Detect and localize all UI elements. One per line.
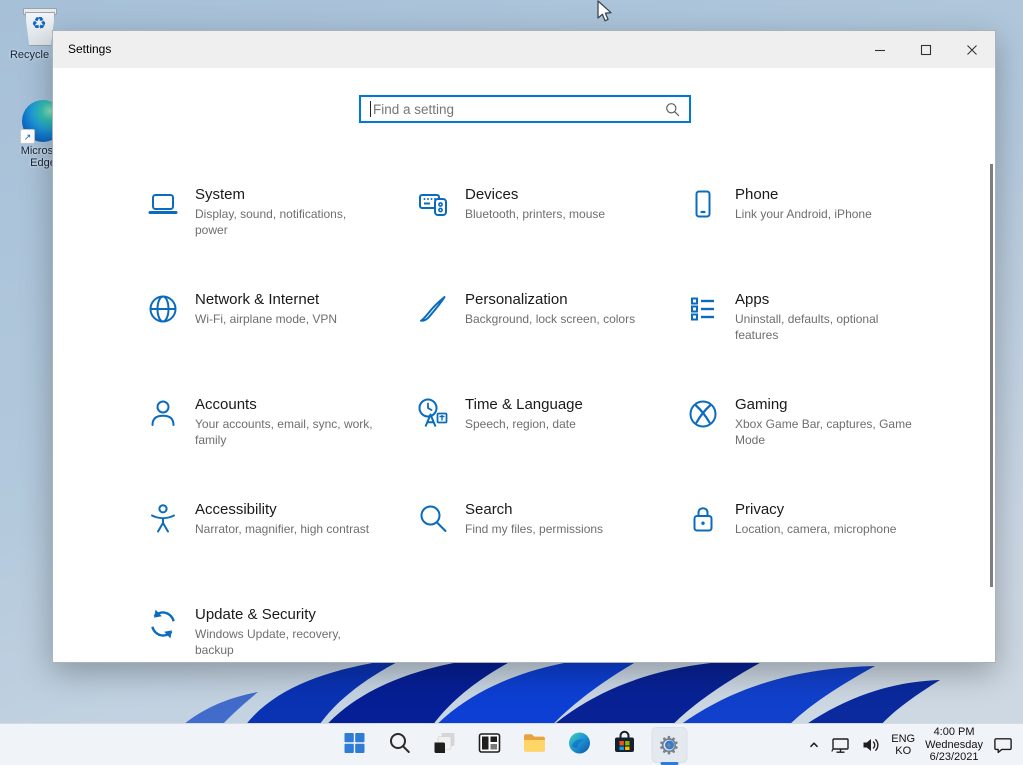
category-icon — [146, 501, 182, 572]
category-icon — [686, 396, 722, 467]
taskbar: ENG KO 4:00 PM Wednesday 6/23/2021 — [0, 723, 1023, 765]
minimize-button[interactable] — [857, 31, 903, 68]
clock-time: 4:00 PM — [933, 726, 975, 739]
settings-category-grid: System Display, sound, notifications, po… — [146, 186, 956, 677]
minimize-icon — [875, 49, 885, 51]
volume-icon[interactable] — [861, 737, 881, 753]
clock[interactable]: 4:00 PM Wednesday 6/23/2021 — [925, 726, 983, 763]
search-taskbar-button[interactable] — [381, 727, 417, 763]
category-personalization[interactable]: Personalization Background, lock screen,… — [416, 291, 686, 362]
find-a-setting-searchbox[interactable] — [359, 95, 691, 123]
category-icon — [686, 501, 722, 572]
category-search[interactable]: Search Find my files, permissions — [416, 501, 686, 572]
title-bar[interactable]: Settings — [53, 31, 995, 68]
category-accounts[interactable]: Accounts Your accounts, email, sync, wor… — [146, 396, 416, 467]
category-system[interactable]: System Display, sound, notifications, po… — [146, 186, 416, 257]
search-icon — [666, 102, 680, 116]
edge-taskbar-button[interactable] — [561, 727, 597, 763]
close-button[interactable] — [949, 31, 995, 68]
scrollbar-thumb[interactable] — [990, 164, 993, 587]
shortcut-arrow-icon — [20, 129, 35, 144]
maximize-button[interactable] — [903, 31, 949, 68]
microsoft-store-icon — [611, 730, 637, 761]
settings-icon — [656, 732, 682, 758]
widgets-icon — [476, 730, 502, 761]
hidden-icons-chevron[interactable] — [807, 738, 821, 752]
start-icon — [341, 730, 367, 761]
task-view-icon — [431, 730, 457, 761]
category-gaming[interactable]: Gaming Xbox Game Bar, captures, Game Mod… — [686, 396, 956, 467]
file-explorer-icon — [521, 730, 547, 761]
start-taskbar-button[interactable] — [336, 727, 372, 763]
category-icon — [146, 396, 182, 467]
settings-window: Settings System Display, sound, — [52, 30, 996, 663]
category-time-language[interactable]: Time & Language Speech, region, date — [416, 396, 686, 467]
edge-icon — [566, 730, 592, 761]
category-network-internet[interactable]: Network & Internet Wi-Fi, airplane mode,… — [146, 291, 416, 362]
task-view-taskbar-button[interactable] — [426, 727, 462, 763]
clock-date: 6/23/2021 — [929, 751, 979, 764]
category-icon — [416, 396, 452, 467]
category-phone[interactable]: Phone Link your Android, iPhone — [686, 186, 956, 257]
category-icon — [146, 291, 182, 362]
file-explorer-taskbar-button[interactable] — [516, 727, 552, 763]
maximize-icon — [920, 44, 932, 55]
category-devices[interactable]: Devices Bluetooth, printers, mouse — [416, 186, 686, 257]
recycle-bin-icon — [22, 6, 57, 46]
window-title: Settings — [68, 42, 112, 56]
microsoft-store-taskbar-button[interactable] — [606, 727, 642, 763]
category-accessibility[interactable]: Accessibility Narrator, magnifier, high … — [146, 501, 416, 572]
category-update-security[interactable]: Update & Security Windows Update, recove… — [146, 606, 416, 677]
settings-taskbar-button[interactable] — [651, 727, 687, 763]
search-input[interactable] — [373, 101, 665, 117]
notifications-button[interactable] — [993, 736, 1013, 754]
language-indicator[interactable]: ENG KO — [891, 733, 915, 758]
desktop: Recycle Bin Microsoft Edge Settings — [0, 0, 1023, 765]
category-icon — [146, 186, 182, 257]
clock-weekday: Wednesday — [925, 738, 983, 751]
taskbar-center-items — [336, 727, 687, 763]
category-icon — [416, 291, 452, 362]
close-icon — [967, 44, 977, 55]
category-icon — [416, 501, 452, 572]
search-icon — [386, 730, 412, 761]
category-apps[interactable]: Apps Uninstall, defaults, optional featu… — [686, 291, 956, 362]
category-icon — [146, 606, 182, 677]
mouse-cursor — [597, 0, 612, 22]
category-icon — [686, 186, 722, 257]
system-tray: ENG KO 4:00 PM Wednesday 6/23/2021 — [807, 724, 1013, 765]
category-icon — [686, 291, 722, 362]
widgets-taskbar-button[interactable] — [471, 727, 507, 763]
text-caret — [370, 101, 371, 117]
network-icon[interactable] — [831, 737, 851, 754]
category-privacy[interactable]: Privacy Location, camera, microphone — [686, 501, 956, 572]
category-icon — [416, 186, 452, 257]
